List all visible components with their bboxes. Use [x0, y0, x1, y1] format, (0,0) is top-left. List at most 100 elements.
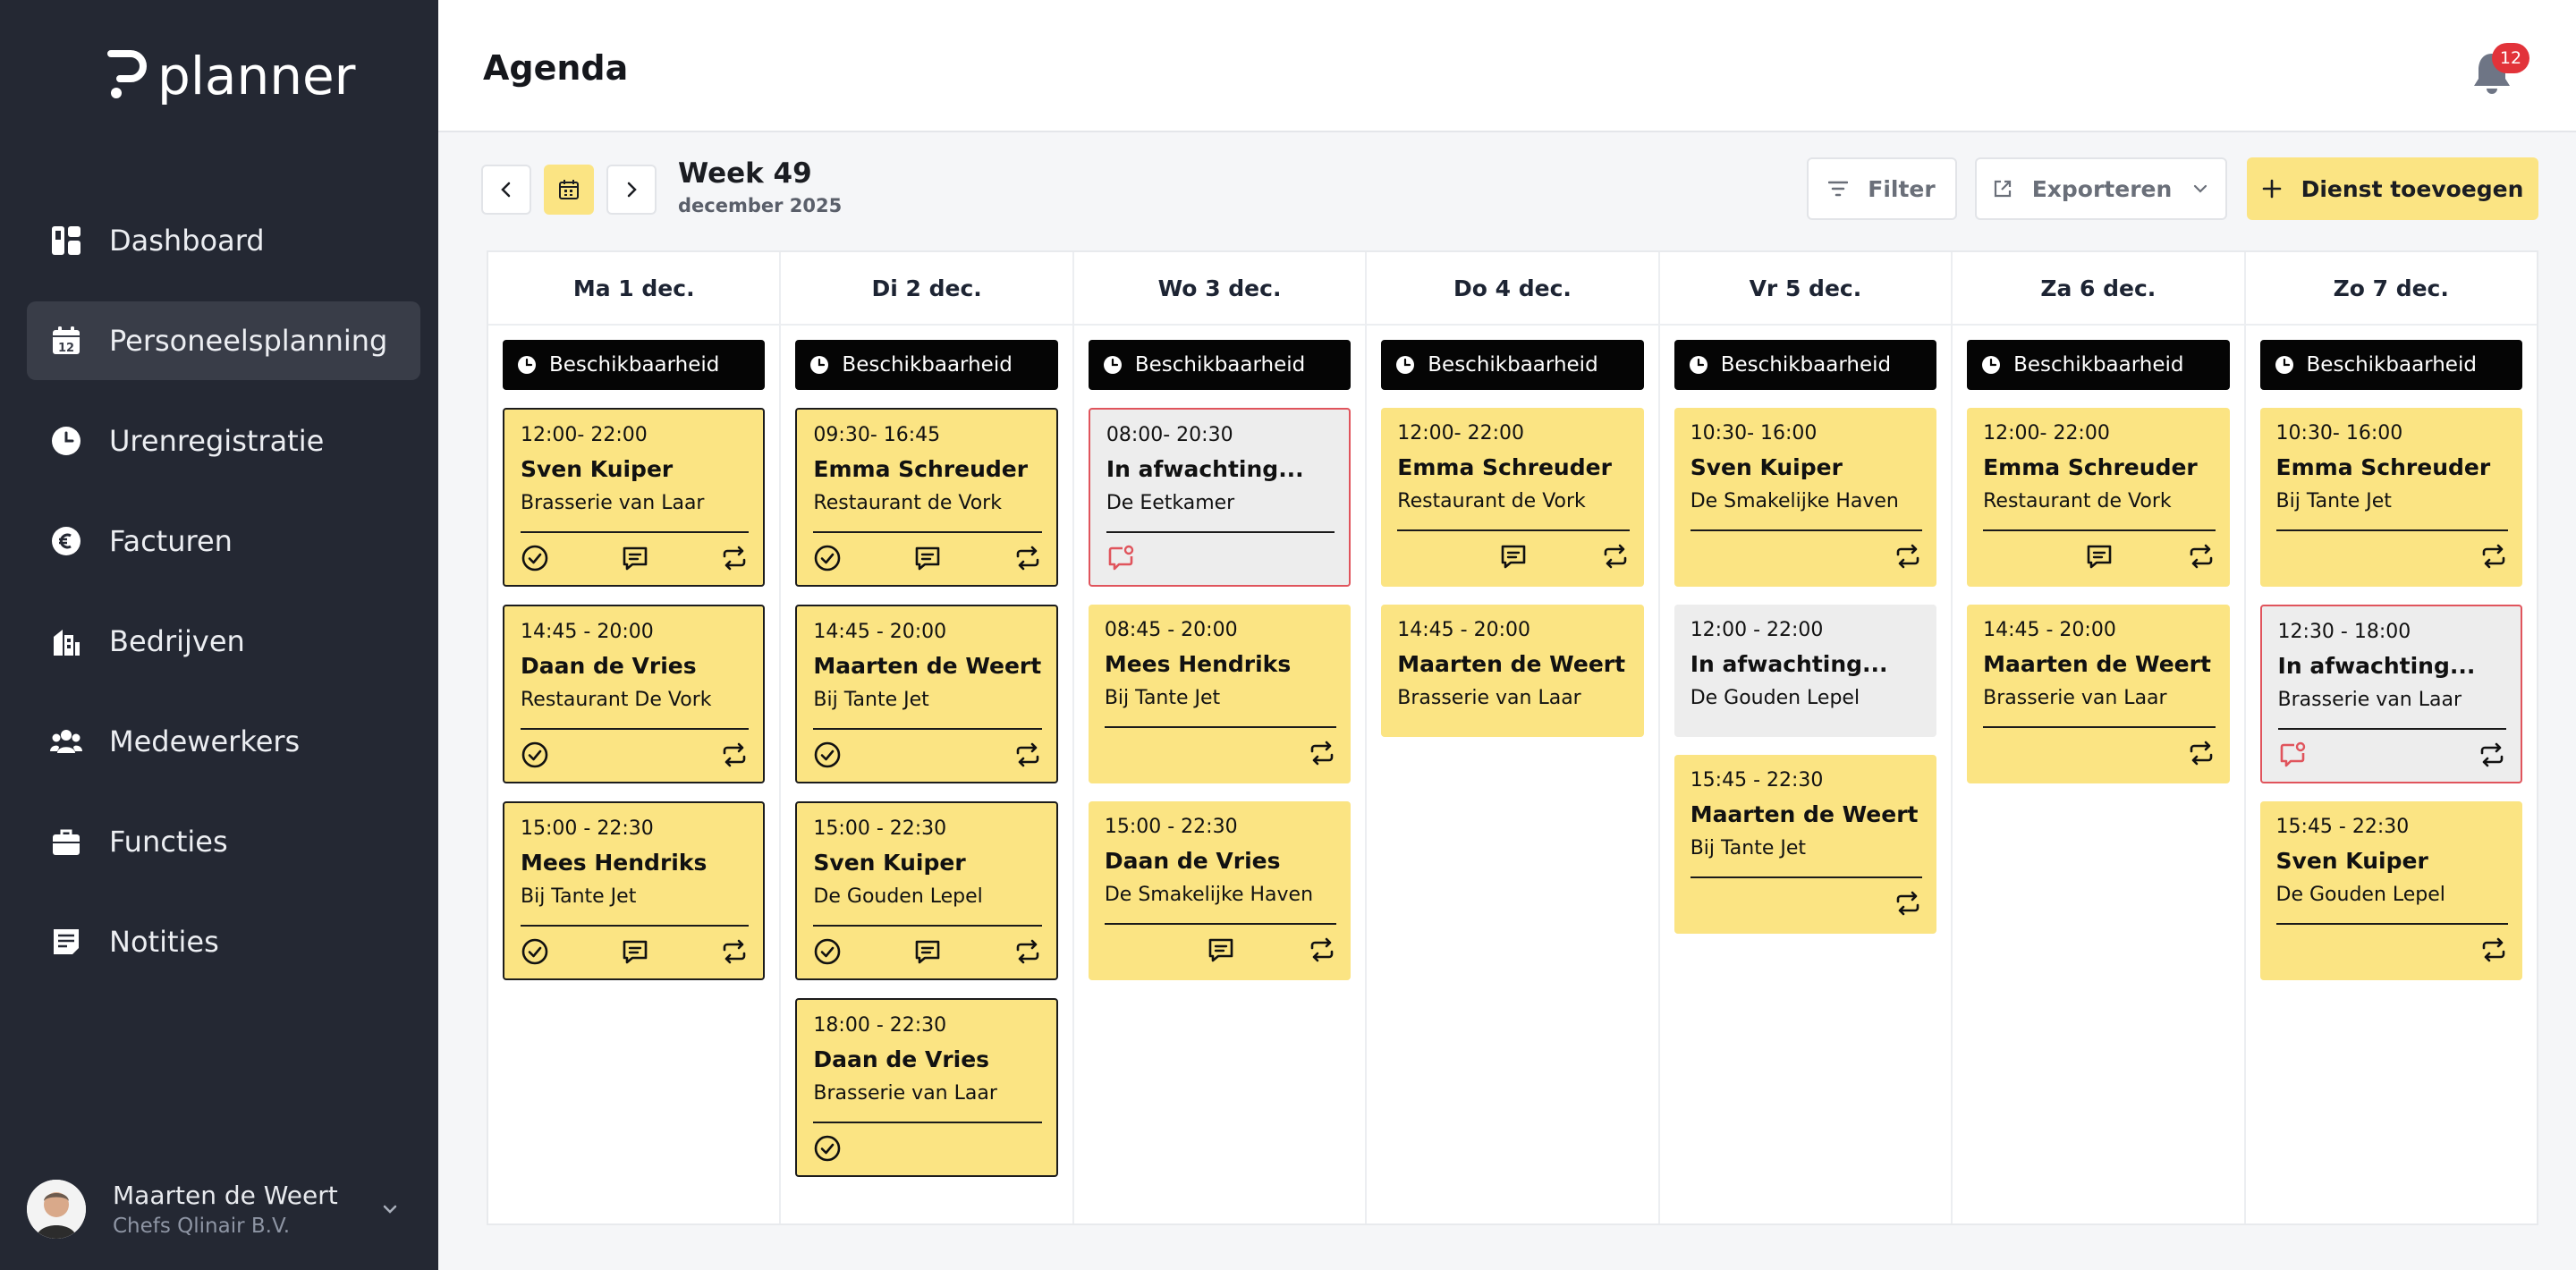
day-header: Zo 7 dec.	[2245, 252, 2537, 326]
export-button[interactable]: Exporteren	[1975, 157, 2227, 220]
sidebar-item-notities[interactable]: Notities	[27, 902, 420, 981]
availability-label: Beschikbaarheid	[1428, 353, 1598, 377]
shift-time: 08:00- 20:30	[1106, 424, 1233, 446]
add-shift-label: Dienst toevoegen	[2301, 175, 2524, 202]
availability-button[interactable]: Beschikbaarheid	[2259, 340, 2522, 390]
shift-card[interactable]: 14:45 - 20:00 Maarten de Weert Brasserie v…	[1381, 605, 1644, 737]
check-circle-icon[interactable]	[813, 741, 842, 769]
shift-card[interactable]: 14:45 - 20:00 Maarten de Weert Brasserie v…	[1967, 605, 2230, 783]
swap-icon[interactable]	[1013, 544, 1042, 572]
sidebar-item-bedrijven[interactable]: Bedrijven	[27, 602, 420, 681]
swap-icon[interactable]	[1308, 739, 1336, 767]
check-circle-icon[interactable]	[813, 937, 842, 966]
sidebar-item-dashboard[interactable]: Dashboard	[27, 201, 420, 280]
sidebar-item-functies[interactable]: Functies	[27, 802, 420, 881]
alert-message-icon[interactable]	[1106, 544, 1135, 572]
shift-employee: In afwachting...	[1106, 456, 1304, 483]
shift-time: 12:00- 22:00	[1397, 422, 1524, 444]
shift-card[interactable]: 12:00- 22:00 Emma Schreuder Restaurant de …	[1381, 408, 1644, 587]
swap-icon[interactable]	[2479, 936, 2508, 964]
availability-button[interactable]: Beschikbaarheid	[1381, 340, 1644, 390]
shift-card[interactable]: 14:45 - 20:00 Daan de Vries Restaurant De …	[503, 605, 766, 783]
swap-icon[interactable]	[720, 937, 749, 966]
shift-card[interactable]: 12:00- 22:00 Emma Schreuder Restaurant de …	[1967, 408, 2230, 587]
divider	[1104, 726, 1337, 728]
next-week-button[interactable]	[606, 165, 657, 215]
chat-icon[interactable]	[1499, 542, 1528, 571]
shift-location: De Gouden Lepel	[813, 885, 983, 909]
briefcase-icon	[50, 826, 82, 858]
availability-button[interactable]: Beschikbaarheid	[795, 340, 1058, 390]
swap-icon[interactable]	[1601, 542, 1630, 571]
availability-button[interactable]: Beschikbaarheid	[1674, 340, 1937, 390]
shift-employee: Emma Schreuder	[1983, 454, 2198, 481]
chat-icon[interactable]	[1207, 936, 1235, 964]
swap-icon[interactable]	[1894, 542, 1922, 571]
sidebar-item-medewerkers[interactable]: Medewerkers	[27, 702, 420, 781]
swap-icon[interactable]	[1013, 741, 1042, 769]
chat-icon[interactable]	[621, 544, 649, 572]
shift-card[interactable]: 15:00 - 22:30 Daan de Vries De Smakelijke …	[1088, 801, 1352, 980]
check-circle-icon[interactable]	[521, 544, 549, 572]
day-column: Do 4 dec. Beschikbaarheid 12:00- 22:00 Emma…	[1367, 252, 1660, 1223]
chat-icon[interactable]	[2085, 542, 2114, 571]
sidebar-item-personeelsplanning[interactable]: 12 Personeelsplanning	[27, 301, 420, 380]
shift-card[interactable]: 10:30- 16:00 Sven Kuiper De Smakelijke Hav…	[1674, 408, 1937, 587]
swap-icon[interactable]	[1894, 889, 1922, 918]
sidebar-item-facturen[interactable]: Facturen	[27, 502, 420, 580]
add-shift-button[interactable]: Dienst toevoegen	[2247, 157, 2538, 220]
swap-icon[interactable]	[1013, 937, 1042, 966]
divider	[521, 728, 750, 730]
shift-actions	[521, 544, 749, 576]
divider	[813, 531, 1042, 533]
shift-card[interactable]: 15:00 - 22:30 Sven Kuiper De Gouden Lepel	[795, 801, 1058, 980]
shift-card[interactable]: 14:45 - 20:00 Maarten de Weert Bij Tante J…	[795, 605, 1058, 783]
availability-label: Beschikbaarheid	[2013, 353, 2184, 377]
page-title: Agenda	[483, 48, 629, 88]
check-circle-icon[interactable]	[521, 937, 549, 966]
check-circle-icon[interactable]	[813, 1134, 842, 1163]
shift-card[interactable]: 12:00- 22:00 Sven Kuiper Brasserie van Laa…	[503, 408, 766, 587]
availability-button[interactable]: Beschikbaarheid	[1088, 340, 1352, 390]
swap-icon[interactable]	[2187, 542, 2216, 571]
shift-location: Bij Tante Jet	[813, 689, 929, 712]
planner-logo[interactable]: planner	[107, 50, 356, 102]
availability-button[interactable]: Beschikbaarheid	[1967, 340, 2230, 390]
swap-icon[interactable]	[2479, 542, 2508, 571]
shift-card[interactable]: 15:45 - 22:30 Sven Kuiper De Gouden Lepel	[2259, 801, 2522, 980]
shift-card[interactable]: 12:30 - 18:00 In afwachting... Brasserie v…	[2259, 605, 2522, 783]
previous-week-button[interactable]	[481, 165, 531, 215]
check-circle-icon[interactable]	[813, 544, 842, 572]
shift-card[interactable]: 10:30- 16:00 Emma Schreuder Bij Tante Jet	[2259, 408, 2522, 587]
swap-icon[interactable]	[2478, 741, 2506, 769]
shift-card[interactable]: 15:00 - 22:30 Mees Hendriks Bij Tante Jet	[503, 801, 766, 980]
swap-icon[interactable]	[720, 741, 749, 769]
shift-card[interactable]: 15:45 - 22:30 Maarten de Weert Bij Tante J…	[1674, 755, 1937, 934]
alert-message-icon[interactable]	[2278, 741, 2307, 769]
check-circle-icon[interactable]	[521, 741, 549, 769]
chat-icon[interactable]	[913, 937, 942, 966]
swap-icon[interactable]	[720, 544, 749, 572]
chevron-down-icon[interactable]	[379, 1198, 401, 1220]
shift-card[interactable]: 18:00 - 22:30 Daan de Vries Brasserie van …	[795, 998, 1058, 1177]
shift-card[interactable]: 08:00- 20:30 In afwachting... De Eetkamer	[1088, 408, 1352, 587]
divider	[1983, 529, 2216, 531]
availability-label: Beschikbaarheid	[549, 353, 720, 377]
shift-actions	[1690, 542, 1922, 574]
swap-icon[interactable]	[1308, 936, 1336, 964]
today-button[interactable]	[544, 165, 594, 215]
filter-button[interactable]: Filter	[1807, 157, 1957, 220]
shift-card[interactable]: 08:45 - 20:00 Mees Hendriks Bij Tante Jet	[1088, 605, 1352, 783]
avatar	[27, 1180, 86, 1239]
user-menu[interactable]: Maarten de Weert Chefs Qlinair B.V.	[27, 1179, 420, 1240]
week-calendar: Ma 1 dec. Beschikbaarheid 12:00- 22:00 Sven…	[487, 250, 2538, 1225]
shift-card[interactable]: 12:00 - 22:00 In afwachting... De Gouden L…	[1674, 605, 1937, 737]
swap-icon[interactable]	[2187, 739, 2216, 767]
availability-button[interactable]: Beschikbaarheid	[503, 340, 766, 390]
chat-icon[interactable]	[621, 937, 649, 966]
shift-employee: Mees Hendriks	[521, 850, 708, 876]
shift-actions	[1105, 739, 1336, 771]
chat-icon[interactable]	[913, 544, 942, 572]
shift-card[interactable]: 09:30- 16:45 Emma Schreuder Restaurant de …	[795, 408, 1058, 587]
sidebar-item-urenregistratie[interactable]: Urenregistratie	[27, 402, 420, 480]
